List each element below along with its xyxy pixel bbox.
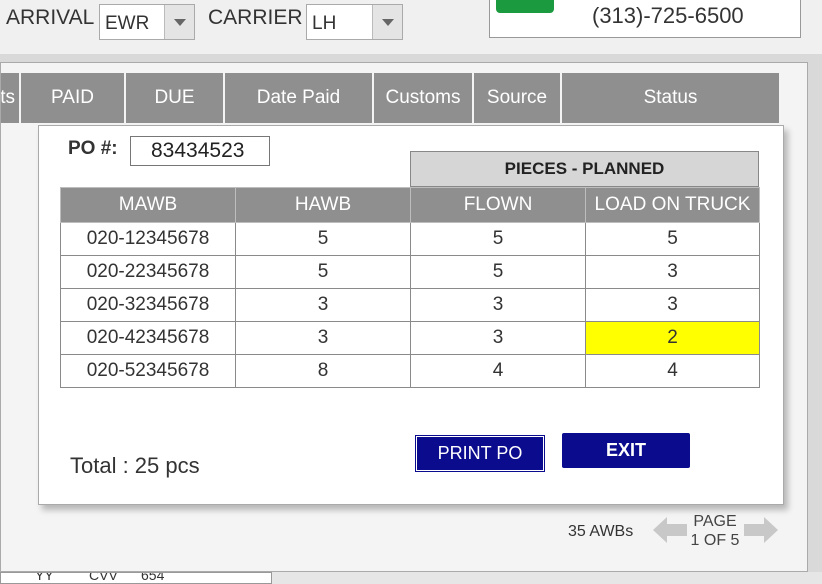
page-label: PAGE	[693, 513, 737, 530]
chevron-down-icon[interactable]	[372, 5, 402, 39]
flown-cell: 5	[410, 222, 586, 256]
page-indicator: PAGE 1 OF 5	[686, 512, 744, 550]
flown-cell: 3	[410, 321, 586, 355]
pieces-planned-header: PIECES - PLANNED	[410, 151, 759, 187]
arrival-label: ARRIVAL	[6, 6, 95, 29]
load-on-truck-cell[interactable]: 3	[585, 255, 760, 289]
top-filter-bar: ARRIVAL EWR CARRIER LH (313)-725-6500	[0, 0, 822, 54]
total-pieces: Total : 25 pcs	[70, 453, 200, 478]
flown-cell: 4	[410, 354, 586, 388]
print-po-button[interactable]: PRINT PO	[415, 435, 545, 472]
page-value: 1 OF 5	[690, 532, 740, 549]
carrier-label: CARRIER	[208, 6, 303, 29]
arrival-select-value: EWR	[105, 13, 150, 34]
table-row[interactable]: 020-12345678 5 5 5	[60, 222, 760, 256]
call-button[interactable]	[496, 0, 554, 13]
table-header-load-on-truck: LOAD ON TRUCK	[585, 187, 760, 223]
mawb-cell: 020-52345678	[60, 354, 236, 388]
hawb-cell: 5	[235, 255, 411, 289]
bottom-row-fragment: YY CVV 654	[0, 572, 272, 584]
column-header-date-paid[interactable]: Date Paid	[225, 73, 374, 123]
table-header-flown: FLOWN	[410, 187, 586, 223]
hawb-cell: 3	[235, 321, 411, 355]
column-header-row: ts PAID DUE Date Paid Customs Source Sta…	[1, 73, 781, 123]
column-header-due[interactable]: DUE	[126, 73, 225, 123]
hawb-cell: 8	[235, 354, 411, 388]
table-row[interactable]: 020-32345678 3 3 3	[60, 288, 760, 322]
load-on-truck-cell[interactable]: 3	[585, 288, 760, 322]
column-header[interactable]: ts	[1, 73, 21, 123]
carrier-select[interactable]: LH	[306, 4, 403, 40]
mawb-cell: 020-42345678	[60, 321, 236, 355]
carrier-select-value: LH	[312, 13, 337, 34]
column-header-customs[interactable]: Customs	[374, 73, 474, 123]
mawb-cell: 020-32345678	[60, 288, 236, 322]
table-row[interactable]: 020-42345678 3 3 2	[60, 321, 760, 355]
po-label: PO #:	[68, 138, 118, 159]
table-header-mawb: MAWB	[60, 187, 236, 223]
hawb-cell: 3	[235, 288, 411, 322]
column-header-paid[interactable]: PAID	[21, 73, 126, 123]
bottom-fragment-text: YY	[35, 572, 54, 583]
arrow-right-icon[interactable]	[744, 517, 778, 543]
flown-cell: 3	[410, 288, 586, 322]
table-header-hawb: HAWB	[235, 187, 411, 223]
table-row[interactable]: 020-22345678 5 5 3	[60, 255, 760, 289]
po-detail-modal: PO #: 83434523 PIECES - PLANNED MAWB HAW…	[38, 125, 784, 505]
flown-cell: 5	[410, 255, 586, 289]
load-on-truck-cell[interactable]: 4	[585, 354, 760, 388]
chevron-down-icon[interactable]	[164, 5, 194, 39]
awb-count: 35 AWBs	[568, 523, 634, 540]
load-on-truck-cell[interactable]: 5	[585, 222, 760, 256]
arrival-select[interactable]: EWR	[99, 4, 195, 40]
load-on-truck-cell-highlighted[interactable]: 2	[585, 321, 760, 355]
mawb-cell: 020-12345678	[60, 222, 236, 256]
column-header-status[interactable]: Status	[562, 73, 781, 123]
awb-table: MAWB HAWB FLOWN LOAD ON TRUCK 020-123456…	[60, 187, 760, 388]
table-header-row: MAWB HAWB FLOWN LOAD ON TRUCK	[60, 187, 760, 223]
arrow-left-icon[interactable]	[653, 517, 687, 543]
exit-button[interactable]: EXIT	[562, 433, 690, 468]
hawb-cell: 5	[235, 222, 411, 256]
bottom-fragment-text: 654	[141, 572, 165, 583]
contact-panel: (313)-725-6500	[489, 0, 801, 38]
table-row[interactable]: 020-52345678 8 4 4	[60, 354, 760, 388]
bottom-fragment-text: CVV	[89, 572, 118, 583]
column-header-source[interactable]: Source	[474, 73, 562, 123]
mawb-cell: 020-22345678	[60, 255, 236, 289]
contact-phone: (313)-725-6500	[592, 3, 744, 28]
po-number-field[interactable]: 83434523	[130, 136, 270, 166]
